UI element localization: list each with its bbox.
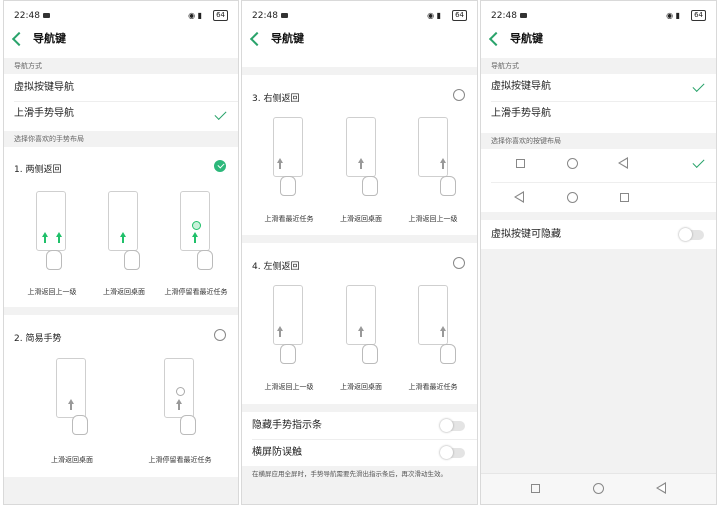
battery-indicator: 64 [213,10,228,21]
option-gesture-nav[interactable]: 上滑手势导航 [481,103,716,125]
gesture-1-caption-c: 上滑停留看最近任务 [164,288,228,296]
gesture-1-caption-b: 上滑返回桌面 [103,288,145,296]
home-circle-icon[interactable] [593,483,604,494]
gesture-4-phone-a [273,285,303,345]
gesture-4-caption-c: 上滑看最近任务 [408,383,458,391]
gesture-4-radio[interactable] [453,257,465,269]
status-time: 22:48 [14,11,40,21]
hand-icon [280,176,296,196]
gesture-3-phone-c [418,117,448,177]
landscape-guard-row: 横屏防误触 [242,442,477,464]
recent-apps-square-icon [620,193,629,202]
gesture-2-caption-b: 上滑停留看最近任务 [148,456,212,464]
gesture-1-phone-b [108,191,138,251]
gesture-3-phone-b [346,117,376,177]
hide-gesture-bar-toggle[interactable] [440,419,465,432]
gesture-2-radio[interactable] [214,329,226,341]
back-triangle-icon [514,191,524,203]
panel-gesture-layouts: 22:48 ◉ ▮ 64 导航键 导航方式 虚拟按键导航 上滑手势导航 选择你喜… [3,0,239,505]
hand-icon [362,176,378,196]
section-nav-method: 导航方式 [481,58,716,74]
selected-check-icon [214,107,227,121]
gesture-1-phone-c [180,191,210,251]
hand-icon [440,344,456,364]
selected-check-icon [692,155,705,169]
hand-icon [440,176,456,196]
home-circle-icon [567,158,578,169]
option-virtual-keys[interactable]: 虚拟按键导航 [481,76,716,98]
option-gesture-nav[interactable]: 上滑手势导航 [4,103,238,125]
signal-icon: ◉ ▮ [188,11,202,20]
signal-icon: ◉ ▮ [666,11,680,20]
status-time: 22:48 [252,11,278,21]
status-time: 22:48 [491,11,517,21]
hand-icon [180,415,196,435]
back-arrow-icon[interactable] [488,31,504,47]
gesture-3-title: 3. 右侧返回 [252,94,300,104]
back-arrow-icon[interactable] [11,31,27,47]
gesture-1-radio[interactable] [214,160,226,172]
gesture-2-phone-b [164,358,194,418]
back-triangle-icon[interactable] [656,482,666,494]
landscape-guard-description: 在横屏应用全屏时，手势导航需要先滑出指示条后，再次滑动生效。 [242,466,477,504]
gesture-3-caption-a: 上滑看最近任务 [264,215,314,223]
gesture-3-radio[interactable] [453,89,465,101]
section-gesture-layout: 选择你喜欢的手势布局 [4,131,238,147]
home-circle-icon [567,192,578,203]
selected-check-icon [692,79,705,93]
panel-virtual-keys: 22:48 ◉ ▮ 64 导航键 导航方式 虚拟按键导航 上滑手势导航 选择你喜… [480,0,717,505]
battery-indicator: 64 [691,10,706,21]
gesture-2-title: 2. 简易手势 [14,334,62,344]
landscape-guard-toggle[interactable] [440,446,465,459]
back-triangle-icon [618,157,628,169]
gesture-1-title: 1. 两侧返回 [14,165,62,175]
hand-icon [362,344,378,364]
recent-apps-square-icon[interactable] [531,484,540,493]
hideable-keys-row: 虚拟按键可隐藏 [481,224,716,246]
gesture-4-phone-c [418,285,448,345]
title-bar: 导航键 [242,27,477,51]
camera-icon [43,13,50,18]
title-bar: 导航键 [481,27,716,51]
hand-icon [197,250,213,270]
gesture-3-phone-a [273,117,303,177]
gesture-3-caption-c: 上滑返回上一级 [408,215,458,223]
gesture-2-phone-a [56,358,86,418]
signal-icon: ◉ ▮ [427,11,441,20]
gesture-4-caption-b: 上滑返回桌面 [340,383,382,391]
panel-gesture-layouts-more: 22:48 ◉ ▮ 64 导航键 3. 右侧返回 上滑看最近任务 上滑返回桌面 … [241,0,478,505]
hide-gesture-bar-row: 隐藏手势指示条 [242,415,477,437]
battery-indicator: 64 [452,10,467,21]
gesture-4-phone-b [346,285,376,345]
gesture-4-caption-a: 上滑返回上一级 [264,383,314,391]
camera-icon [281,13,288,18]
gesture-1-caption-a: 上滑返回上一级 [27,288,77,296]
section-nav-method: 导航方式 [4,58,238,74]
gesture-2-caption-a: 上滑返回桌面 [51,456,93,464]
page-title: 导航键 [33,32,66,45]
hand-icon [280,344,296,364]
hand-icon [46,250,62,270]
virtual-nav-bar [481,473,716,504]
title-bar: 导航键 [4,27,238,51]
gesture-3-caption-b: 上滑返回桌面 [340,215,382,223]
page-title: 导航键 [510,32,543,45]
gesture-4-title: 4. 左侧返回 [252,262,300,272]
gesture-1-phone-a [36,191,66,251]
section-key-layout: 选择你喜欢的按键布局 [481,133,716,149]
page-title: 导航键 [271,32,304,45]
option-virtual-keys[interactable]: 虚拟按键导航 [4,77,238,99]
back-arrow-icon[interactable] [249,31,265,47]
hand-icon [72,415,88,435]
recent-apps-square-icon [516,159,525,168]
camera-icon [520,13,527,18]
hand-icon [124,250,140,270]
hideable-keys-toggle[interactable] [679,228,704,241]
